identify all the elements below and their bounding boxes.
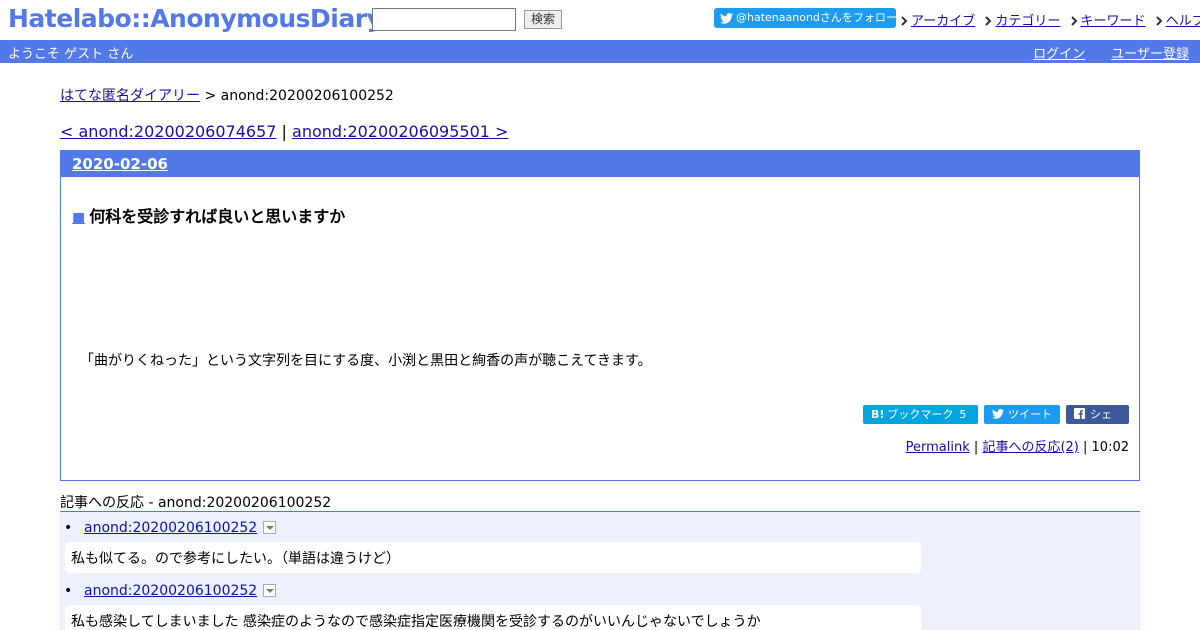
prev-entry-link[interactable]: < anond:20200206074657 xyxy=(60,122,276,141)
chevron-right-icon xyxy=(985,16,992,26)
day-section: 2020-02-06 ■ 何科を受診すれば良いと思いますか 「曲がりくねった」とい… xyxy=(60,150,1140,481)
reaction-link[interactable]: anond:20200206100252 xyxy=(84,583,257,599)
login-link[interactable]: ログイン xyxy=(1033,47,1085,62)
day-date-link[interactable]: 2020-02-06 xyxy=(72,155,168,173)
pager-separator: | xyxy=(281,122,287,141)
facebook-share-button[interactable]: シェア xyxy=(1066,405,1129,440)
nav-link-keyword[interactable]: キーワード xyxy=(1081,14,1146,29)
day-header: 2020-02-06 xyxy=(61,151,1139,177)
top-nav: アーカイブ カテゴリー キーワード ヘルプ xyxy=(901,10,1200,29)
permalink-link[interactable]: Permalink xyxy=(906,440,970,455)
account-links: ログイン ユーザー登録 xyxy=(1011,43,1189,62)
reactions-list: • anond:20200206100252 私も似てる。ので参考にしたい。（単語… xyxy=(60,511,1140,630)
site-header: Hatelabo::AnonymousDiary 検索 @hatenaanond… xyxy=(0,0,1200,40)
list-bullet: • xyxy=(64,583,73,599)
nav-item-help[interactable]: ヘルプ xyxy=(1155,10,1200,29)
breadcrumb-home-link[interactable]: はてな匿名ダイアリー xyxy=(60,88,200,104)
breadcrumb: はてな匿名ダイアリー > anond:20200206100252 xyxy=(60,85,394,105)
reaction-body: 私も似てる。ので参考にしたい。（単語は違うけど） xyxy=(65,542,921,573)
site-logo[interactable]: Hatelabo::AnonymousDiary xyxy=(8,4,383,33)
nav-item-archive[interactable]: アーカイブ xyxy=(901,10,975,29)
tweet-label: ツイート xyxy=(1008,408,1052,421)
welcome-text: ようこそ ゲスト さん xyxy=(8,47,134,62)
search-input[interactable] xyxy=(372,8,516,31)
nav-link-category[interactable]: カテゴリー xyxy=(995,14,1060,29)
twitter-follow-button[interactable]: @hatenaanondさんをフォロー xyxy=(714,8,897,28)
bookmark-count: 5 xyxy=(959,408,967,421)
register-link[interactable]: ユーザー登録 xyxy=(1111,47,1189,62)
footer-separator: | xyxy=(973,440,979,455)
twitter-bird-icon xyxy=(720,13,733,24)
share-buttons: B! ブックマーク 5 ツイート シェア xyxy=(857,405,1129,440)
dropdown-toggle-icon[interactable] xyxy=(263,584,277,597)
reaction-body: 私も感染してしまいました 感染症のようなので感染症指定医療機関を受診するのがいい… xyxy=(65,605,921,630)
breadcrumb-separator: > xyxy=(204,88,217,104)
entry-pager: < anond:20200206074657 | anond:202002060… xyxy=(60,122,508,141)
nav-link-help[interactable]: ヘルプ xyxy=(1166,14,1200,29)
hatena-bookmark-icon: B! xyxy=(871,408,885,421)
reaction-header: • anond:20200206100252 xyxy=(64,583,277,599)
twitter-bird-icon xyxy=(992,409,1004,419)
list-bullet: • xyxy=(64,520,73,536)
nav-item-keyword[interactable]: キーワード xyxy=(1070,10,1146,29)
chevron-right-icon xyxy=(1155,16,1163,26)
hatena-bookmark-button[interactable]: B! ブックマーク 5 xyxy=(863,405,978,424)
welcome-bar: ようこそ ゲスト さん ログイン ユーザー登録 xyxy=(0,40,1200,63)
chevron-right-icon xyxy=(901,16,908,26)
reactions-title: 記事への反応 - anond:20200206100252 xyxy=(60,495,332,511)
search-button[interactable]: 検索 xyxy=(524,10,562,29)
dropdown-toggle-icon[interactable] xyxy=(263,521,277,534)
reaction-header: • anond:20200206100252 xyxy=(64,520,277,536)
entry-anchor-square-icon[interactable]: ■ xyxy=(72,210,85,226)
entry-footer: Permalink | 記事への反応(2) | 10:02 xyxy=(906,436,1129,455)
footer-separator: | xyxy=(1083,440,1088,455)
entry-title: ■ 何科を受診すれば良いと思いますか xyxy=(72,203,345,227)
entry-time: 10:02 xyxy=(1091,440,1129,455)
reaction-link[interactable]: anond:20200206100252 xyxy=(84,520,257,536)
nav-item-category[interactable]: カテゴリー xyxy=(985,10,1060,29)
facebook-icon xyxy=(1074,408,1085,419)
follow-label: @hatenaanondさんをフォロー xyxy=(736,11,897,24)
breadcrumb-current: anond:20200206100252 xyxy=(220,88,394,104)
nav-link-archive[interactable]: アーカイブ xyxy=(911,14,975,29)
tweet-button[interactable]: ツイート xyxy=(984,405,1060,424)
chevron-right-icon xyxy=(1070,16,1077,26)
next-entry-link[interactable]: anond:20200206095501 > xyxy=(292,122,508,141)
entry-body: 「曲がりくねった」という文字列を目にする度、小渕と黒田と絢香の声が聴こえてきます… xyxy=(80,353,652,369)
bookmark-label: ブックマーク xyxy=(887,408,954,421)
reactions-link[interactable]: 記事への反応(2) xyxy=(982,440,1078,455)
entry-title-text: 何科を受診すれば良いと思いますか xyxy=(89,207,346,226)
